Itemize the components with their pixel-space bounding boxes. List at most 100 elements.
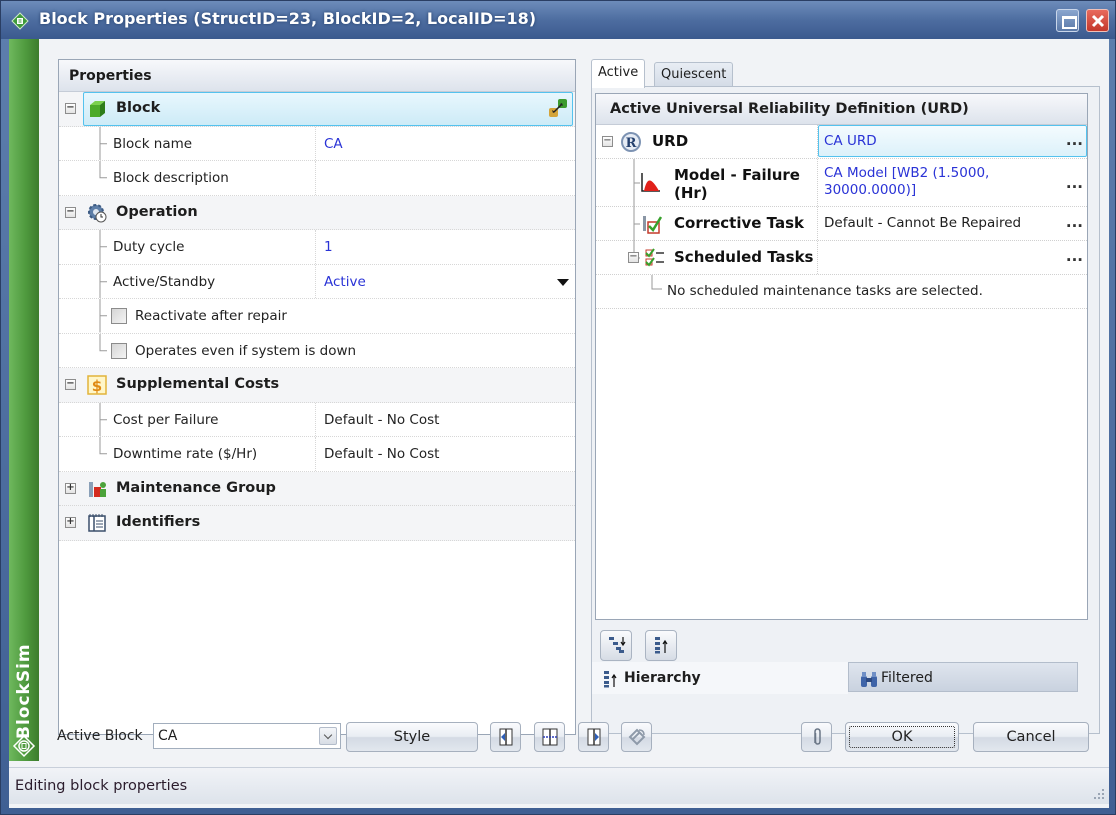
- corrective-task-value-cell[interactable]: Default - Cannot Be Repaired ...: [817, 207, 1087, 240]
- scheduled-tasks-value-cell[interactable]: ...: [817, 241, 1087, 274]
- style-button[interactable]: Style: [346, 722, 478, 752]
- model-failure-value[interactable]: CA Model [WB2 (1.5000, 30000.0000)]: [824, 165, 989, 199]
- collapse-icon[interactable]: −: [628, 252, 639, 263]
- chevron-down-icon[interactable]: [319, 727, 337, 745]
- property-value-cell[interactable]: Default - No Cost: [315, 402, 575, 436]
- operates-if-system-down-checkbox[interactable]: [111, 342, 127, 359]
- collapse-icon[interactable]: −: [602, 136, 613, 147]
- previous-block-icon: [499, 728, 513, 746]
- category-supplemental-costs[interactable]: − $ Supplemental Costs: [59, 368, 575, 403]
- value-line-2: 30000.0000)]: [824, 182, 917, 198]
- property-row-cost-per-failure[interactable]: Cost per Failure Default - No Cost: [59, 402, 575, 437]
- resize-grip-icon[interactable]: [1091, 786, 1105, 800]
- scheduled-tasks-icon: [645, 248, 664, 267]
- reactivate-after-repair-checkbox[interactable]: [111, 308, 127, 324]
- panel-splitter[interactable]: [576, 59, 590, 735]
- corrective-task-row[interactable]: Corrective Task Default - Cannot Be Repa…: [596, 207, 1087, 241]
- urd-panel: Active Universal Reliability Definition …: [591, 86, 1100, 734]
- svg-text:R: R: [626, 136, 637, 151]
- category-operation[interactable]: − Operation: [59, 195, 575, 230]
- category-label: Identifiers: [116, 514, 201, 530]
- window-title: Block Properties (StructID=23, BlockID=2…: [39, 9, 537, 28]
- expand-icon[interactable]: +: [65, 482, 76, 494]
- property-row-reactivate-after-repair[interactable]: Reactivate after repair: [59, 299, 575, 334]
- expand-all-button[interactable]: [600, 630, 632, 661]
- close-button[interactable]: [1086, 9, 1109, 32]
- previous-block-button[interactable]: [490, 722, 521, 752]
- tab-label: Hierarchy: [624, 670, 701, 686]
- link-block-icon[interactable]: [548, 98, 568, 118]
- property-row-active-standby[interactable]: Active/Standby Active: [59, 264, 575, 299]
- scheduled-tasks-ellipsis-button[interactable]: ...: [1066, 249, 1083, 264]
- checkbox-label: Operates even if system is down: [135, 342, 357, 359]
- property-row-block-name[interactable]: Block name CA: [59, 126, 575, 161]
- tree-connector: [99, 437, 107, 455]
- cancel-button[interactable]: Cancel: [973, 722, 1089, 752]
- active-block-combo[interactable]: CA: [153, 723, 341, 749]
- model-failure-value-cell[interactable]: CA Model [WB2 (1.5000, 30000.0000)] ...: [817, 159, 1087, 206]
- align-button[interactable]: [534, 722, 565, 752]
- collapse-icon[interactable]: −: [65, 206, 76, 218]
- urd-value-cell[interactable]: CA URD ...: [817, 125, 1087, 158]
- corrective-task-ellipsis-button[interactable]: ...: [1066, 215, 1083, 230]
- property-row-operates-if-system-down[interactable]: Operates even if system is down: [59, 333, 575, 368]
- title-bar[interactable]: Block Properties (StructID=23, BlockID=2…: [1, 1, 1115, 39]
- scheduled-tasks-row[interactable]: − Scheduled Tasks ...: [596, 241, 1087, 275]
- property-value-cell[interactable]: 1: [315, 230, 575, 264]
- refresh-button[interactable]: [621, 722, 652, 752]
- block-name-value[interactable]: CA: [324, 136, 343, 152]
- urd-value[interactable]: CA URD: [824, 133, 877, 150]
- property-name: Cost per Failure: [113, 411, 219, 428]
- downtime-rate-value[interactable]: Default - No Cost: [324, 446, 439, 462]
- property-row-downtime-rate[interactable]: Downtime rate ($/Hr) Default - No Cost: [59, 437, 575, 472]
- paperclip-icon: [814, 728, 821, 745]
- property-row-duty-cycle[interactable]: Duty cycle 1: [59, 230, 575, 265]
- dropdown-arrow-icon[interactable]: [557, 278, 569, 286]
- property-value-cell[interactable]: CA: [315, 126, 575, 160]
- duty-cycle-value[interactable]: 1: [324, 239, 333, 255]
- next-block-button[interactable]: [578, 722, 609, 752]
- model-failure-row[interactable]: Model - Failure (Hr) CA Model [WB2 (1.500…: [596, 159, 1087, 207]
- attach-button[interactable]: [801, 722, 832, 752]
- brand-strip: BlockSim: [9, 39, 39, 761]
- expand-icon[interactable]: +: [65, 517, 76, 528]
- tab-filtered[interactable]: Filtered: [848, 662, 1078, 692]
- urd-r-icon: R: [621, 132, 641, 152]
- brand-label: BlockSim: [14, 643, 34, 739]
- corrective-task-value[interactable]: Default - Cannot Be Repaired: [824, 215, 1021, 232]
- property-grid-header: Properties: [59, 60, 575, 92]
- cost-per-failure-value[interactable]: Default - No Cost: [324, 412, 439, 428]
- active-standby-value[interactable]: Active: [324, 274, 366, 290]
- collapse-all-button[interactable]: [645, 630, 677, 661]
- property-name: Downtime rate ($/Hr): [113, 446, 258, 462]
- tree-connector: [99, 299, 107, 333]
- scheduled-tasks-empty-row: No scheduled maintenance tasks are selec…: [596, 275, 1087, 309]
- category-maintenance-group[interactable]: + Maintenance Group: [59, 471, 575, 506]
- category-block[interactable]: − Block: [59, 92, 575, 127]
- expand-all-icon: [609, 637, 626, 653]
- ok-button[interactable]: OK: [845, 722, 959, 752]
- collapse-icon[interactable]: −: [65, 103, 76, 114]
- category-label: Operation: [116, 203, 198, 220]
- property-grid: Properties − Block Block name CA Block d…: [58, 59, 576, 735]
- collapse-icon[interactable]: −: [65, 379, 76, 390]
- property-value-cell[interactable]: Default - No Cost: [315, 437, 575, 471]
- property-name: Duty cycle: [113, 239, 185, 255]
- urd-row[interactable]: − R URD CA URD ...: [596, 125, 1087, 159]
- name-line-1: Model - Failure: [674, 166, 800, 184]
- category-identifiers[interactable]: + Identifiers: [59, 506, 575, 541]
- tree-connector: [633, 207, 640, 241]
- tab-quiescent[interactable]: Quiescent: [654, 62, 734, 87]
- active-standby-dropdown[interactable]: Active: [315, 264, 575, 298]
- active-block-value: CA: [158, 728, 178, 744]
- tab-active[interactable]: Active: [591, 59, 646, 88]
- block-properties-window: Block Properties (StructID=23, BlockID=2…: [0, 0, 1116, 815]
- model-ellipsis-button[interactable]: ...: [1066, 176, 1083, 191]
- property-row-block-description[interactable]: Block description: [59, 161, 575, 196]
- svg-text:$: $: [92, 377, 102, 395]
- maximize-button[interactable]: [1056, 9, 1079, 32]
- tab-hierarchy[interactable]: Hierarchy: [592, 662, 848, 694]
- block-description-value[interactable]: [315, 161, 575, 195]
- urd-ellipsis-button[interactable]: ...: [1066, 133, 1083, 148]
- status-bar: Editing block properties: [9, 767, 1109, 804]
